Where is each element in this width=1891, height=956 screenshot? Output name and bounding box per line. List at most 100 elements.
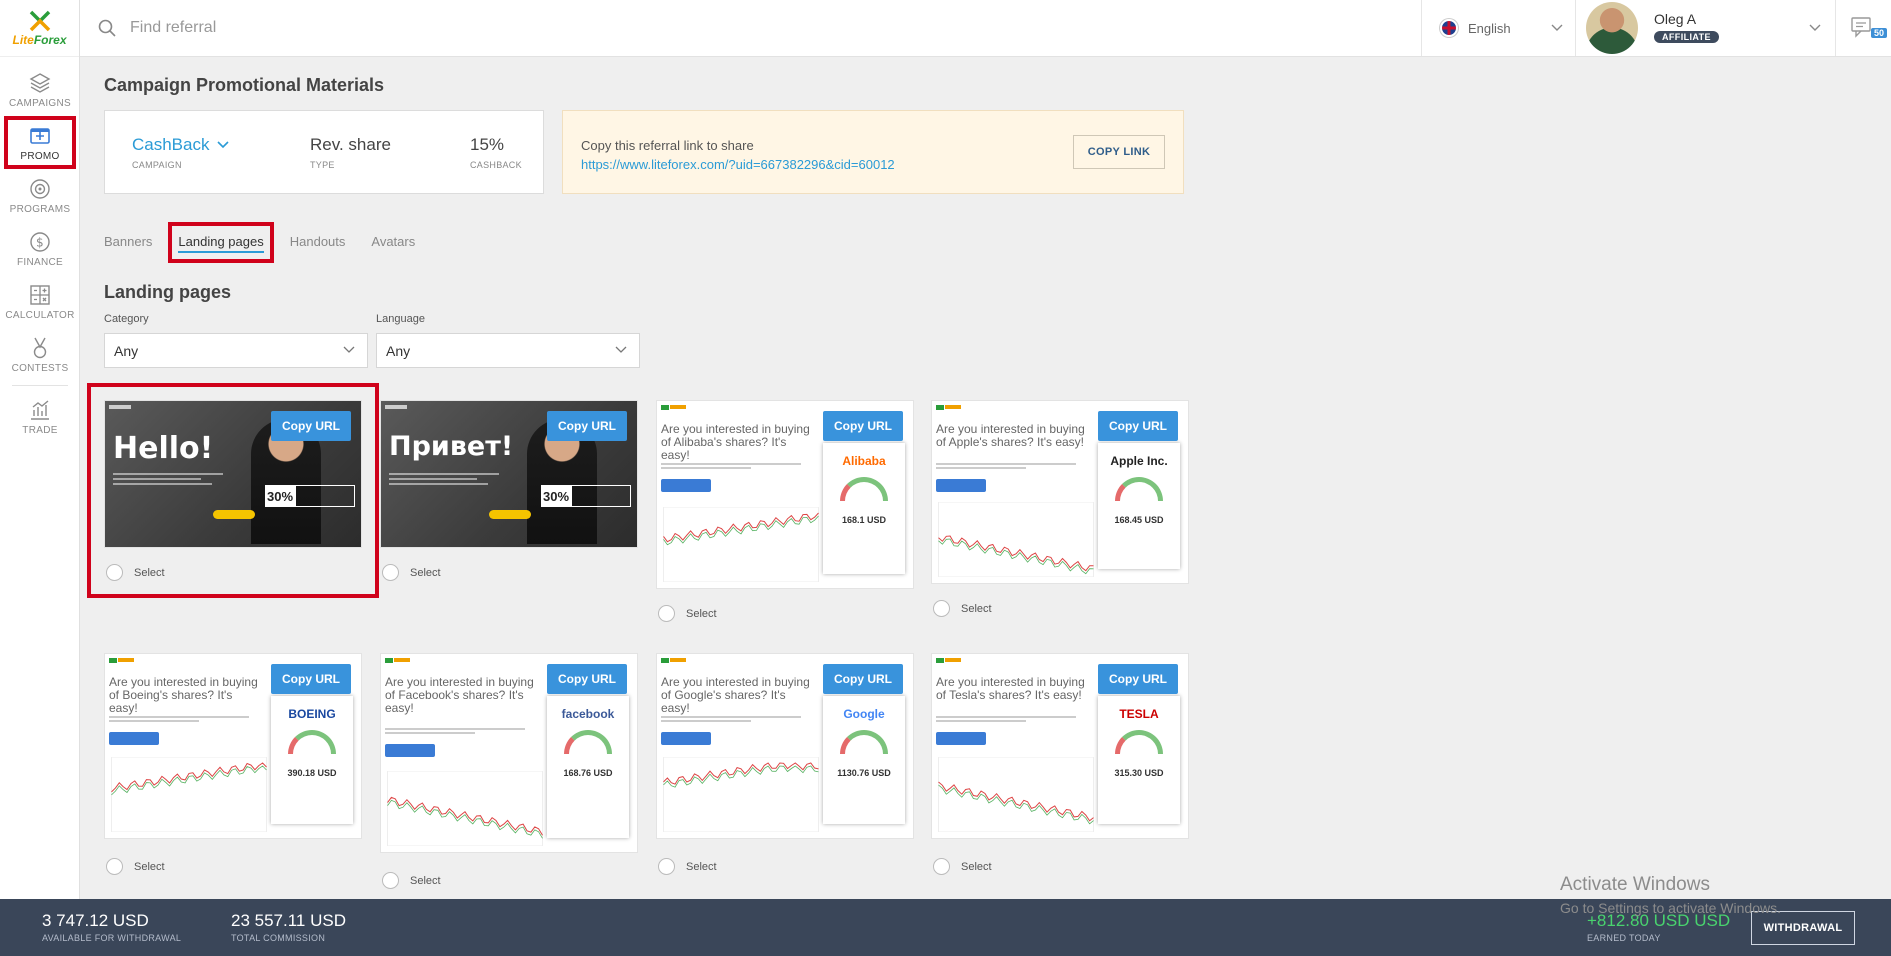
sidebar-item-label: PROMO [20,150,60,162]
search-input[interactable] [130,19,530,37]
commission-label: TOTAL COMMISSION [231,933,326,943]
stock-panel: BOEING 390.18 USD [271,696,353,824]
copy-url-button[interactable]: Copy URL [547,411,627,441]
logo-mark-icon [109,405,131,409]
available-amount: 3 747.12 USD [42,911,149,930]
messages-count: 50 [1870,28,1887,38]
landing-thumbnail[interactable]: Are you interested in buying of Alibaba'… [656,400,914,589]
landing-thumbnail[interactable]: Are you interested in buying of Apple's … [931,400,1189,584]
stock-chart-preview [938,502,1094,577]
sidebar-item-label: CAMPAIGNS [9,97,71,109]
select-option[interactable]: Select [656,858,914,875]
commission-amount: 23 557.11 USD [231,911,346,930]
select-option[interactable]: Select [931,858,1189,875]
language-selector[interactable]: English [1421,0,1575,56]
sidebar-item-contests[interactable]: CONTESTS [0,328,80,381]
landing-card-privet: Привет! 30% Copy URL Select [380,400,638,581]
tab-avatars[interactable]: Avatars [371,232,415,253]
user-menu[interactable]: Oleg A AFFILIATE [1575,0,1835,56]
stock-panel: TESLA 315.30 USD [1098,696,1180,824]
copy-url-button[interactable]: Copy URL [1098,664,1178,694]
select-label: Select [686,860,717,873]
copy-url-button[interactable]: Copy URL [271,664,351,694]
sidebar-item-programs[interactable]: PROGRAMS [0,169,80,222]
select-radio[interactable] [933,858,950,875]
user-name: Oleg A [1654,11,1697,27]
campaign-field[interactable]: CashBack CAMPAIGN [132,135,310,170]
landing-thumbnail[interactable]: Привет! 30% Copy URL [380,400,638,548]
landing-card-stock: Are you interested in buying of Apple's … [931,400,1189,617]
section-title: Landing pages [104,282,232,302]
gauge-icon [1115,477,1163,501]
layers-icon [29,72,51,93]
select-label: Select [961,602,992,615]
select-radio[interactable] [106,564,123,581]
cashback-badge: 30% [265,485,355,507]
search-bar [80,0,1421,56]
landing-headline: Are you interested in buying of Google's… [661,675,810,715]
landing-thumbnail[interactable]: Are you interested in buying of Boeing's… [104,653,362,839]
copy-url-button[interactable]: Copy URL [823,664,903,694]
copy-url-button[interactable]: Copy URL [547,664,627,694]
withdrawal-button[interactable]: WITHDRAWAL [1751,911,1855,945]
search-icon[interactable] [98,19,116,37]
company-logo: facebook [561,707,615,721]
select-radio[interactable] [382,564,399,581]
select-radio[interactable] [658,858,675,875]
cashback-label: CASHBACK [470,159,522,170]
select-option[interactable]: Select [931,600,1189,617]
select-radio[interactable] [382,872,399,889]
select-option[interactable]: Select [380,564,638,581]
type-label: TYPE [310,159,335,170]
stock-chart-preview [938,757,1094,832]
copy-url-button[interactable]: Copy URL [1098,411,1178,441]
select-option[interactable]: Select [380,872,638,889]
campaign-summary: CashBack CAMPAIGN Rev. share TYPE 15% CA… [104,110,544,194]
sidebar-item-calculator[interactable]: CALCULATOR [0,275,80,328]
target-icon [30,178,50,199]
select-radio[interactable] [106,858,123,875]
messages-button[interactable]: 50 [1835,0,1891,56]
avatar [1586,2,1638,54]
select-option[interactable]: Select [656,605,914,622]
sidebar: LiteForex CAMPAIGNS PROMO PROGRAMS $ FIN… [0,0,80,900]
sidebar-item-campaigns[interactable]: CAMPAIGNS [0,63,80,116]
sidebar-item-promo[interactable]: PROMO [0,116,80,169]
landing-headline: Are you interested in buying of Apple's … [936,422,1085,449]
select-option[interactable]: Select [104,564,362,581]
sidebar-item-finance[interactable]: $ FINANCE [0,222,80,275]
chevron-down-icon [615,346,627,353]
category-select[interactable]: Any [104,333,368,368]
landing-headline: Are you interested in buying of Facebook… [385,675,534,715]
stock-price: 168.45 USD [1114,515,1164,525]
landing-thumbnail[interactable]: Are you interested in buying of Google's… [656,653,914,839]
campaign-name: CashBack [132,134,210,154]
buy-shares-preview [661,479,711,492]
select-radio[interactable] [658,605,675,622]
sidebar-item-trade[interactable]: TRADE [0,390,80,443]
tab-landing-pages[interactable]: Landing pages [168,222,274,263]
landing-card-hello: Hello! 30% Copy URL Select [87,383,379,598]
chevron-down-icon [217,140,230,148]
tab-handouts[interactable]: Handouts [290,232,346,253]
language-select[interactable]: Any [376,333,640,368]
landing-thumbnail[interactable]: Are you interested in buying of Facebook… [380,653,638,853]
language-value: Any [386,342,411,359]
category-value: Any [114,342,139,359]
copy-url-button[interactable]: Copy URL [823,411,903,441]
tab-banners[interactable]: Banners [104,232,152,253]
earned-today-label: EARNED TODAY [1587,933,1661,943]
campaign-label: CAMPAIGN [132,159,182,170]
sidebar-item-label: TRADE [22,424,58,436]
landing-thumbnail[interactable]: Are you interested in buying of Tesla's … [931,653,1189,839]
copy-url-button[interactable]: Copy URL [271,411,351,441]
liteforex-logo[interactable]: LiteForex [0,0,79,57]
select-radio[interactable] [933,600,950,617]
buy-shares-preview [109,732,159,745]
copy-link-button[interactable]: COPY LINK [1073,135,1165,169]
company-logo: BOEING [288,707,336,721]
material-tabs: Banners Landing pages Handouts Avatars [104,222,441,263]
landing-thumbnail[interactable]: Hello! 30% Copy URL [104,400,362,548]
select-option[interactable]: Select [104,858,362,875]
logo-text-forex: Forex [33,32,67,47]
